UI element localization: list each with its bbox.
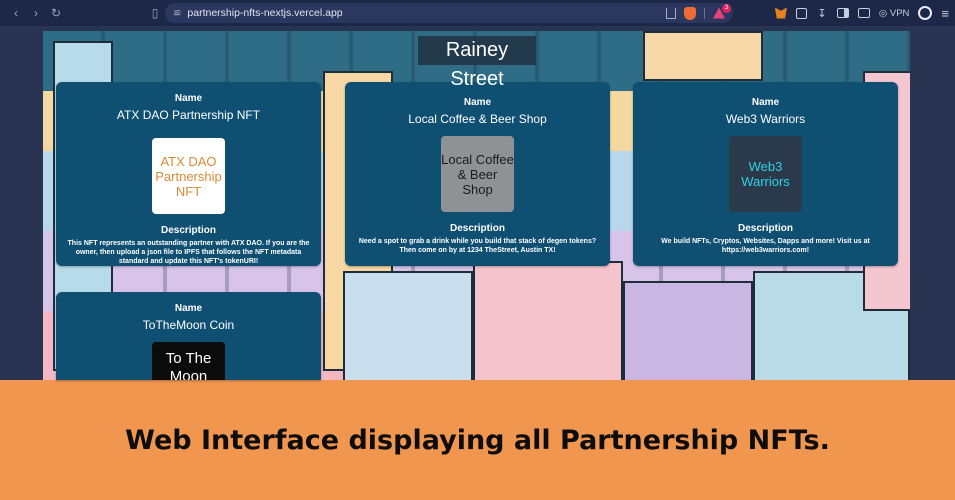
menu-icon[interactable]: ≡: [941, 6, 949, 21]
rewards-count-badge: 3: [722, 4, 731, 13]
bookmark-icon[interactable]: ▯: [145, 3, 165, 23]
nft-name: ToTheMoon Coin: [142, 318, 235, 332]
nft-card: Name ToTheMoon Coin To The Moon: [56, 292, 321, 380]
reload-icon[interactable]: ↻: [46, 3, 66, 23]
nft-image: To The Moon: [152, 342, 225, 380]
house-illustration: [473, 261, 623, 380]
wallet-icon[interactable]: [857, 8, 870, 18]
share-icon[interactable]: [666, 7, 676, 19]
nft-description: This NFT represents an outstanding partn…: [67, 240, 310, 265]
page-title: Rainey Street: [418, 36, 536, 90]
name-label: Name: [174, 303, 203, 314]
description-label: Description: [737, 223, 793, 234]
vpn-label: VPN: [889, 7, 910, 19]
nft-name: Web3 Warriors: [725, 112, 806, 126]
name-label: Name: [174, 93, 203, 104]
back-icon[interactable]: ‹: [6, 3, 26, 23]
divider: [704, 7, 705, 19]
house-illustration: [643, 31, 763, 81]
nft-name: ATX DAO Partnership NFT: [116, 108, 261, 122]
forward-icon[interactable]: ›: [26, 3, 46, 23]
caption-banner: Web Interface displaying all Partnership…: [0, 380, 955, 500]
nft-image: ATX DAO Partnership NFT: [152, 138, 225, 214]
nft-card: Name Web3 Warriors Web3 Warriors Descrip…: [633, 82, 898, 266]
profile-icon[interactable]: [918, 6, 933, 20]
description-label: Description: [449, 223, 505, 234]
address-bar[interactable]: ≌ partnership-nfts-nextjs.vercel.app: [165, 3, 733, 23]
metamask-icon[interactable]: [774, 7, 787, 19]
caption-text: Web Interface displaying all Partnership…: [125, 424, 830, 456]
name-label: Name: [751, 97, 780, 108]
nft-image: Local Coffee & Beer Shop: [441, 136, 514, 212]
nft-description: Need a spot to grab a drink while you bu…: [358, 238, 597, 254]
site-settings-icon[interactable]: ≌: [173, 8, 181, 19]
sidebar-icon[interactable]: [836, 8, 849, 18]
vpn-button[interactable]: ◎ VPN: [879, 8, 909, 19]
nft-image: Web3 Warriors: [729, 136, 802, 212]
browser-toolbar: ‹ › ↻ ▯ ≌ partnership-nfts-nextjs.vercel…: [0, 0, 955, 26]
house-illustration: [343, 271, 473, 380]
vpn-icon: ◎: [878, 7, 890, 19]
downloads-icon[interactable]: ↧: [816, 7, 828, 20]
nft-description: We build NFTs, Cryptos, Websites, Dapps …: [661, 238, 870, 254]
description-label: Description: [160, 225, 216, 236]
nft-name: Local Coffee & Beer Shop: [408, 112, 547, 126]
nft-card: Name ATX DAO Partnership NFT ATX DAO Par…: [56, 82, 321, 266]
nft-card: Name Local Coffee & Beer Shop Local Coff…: [345, 82, 610, 266]
url-text[interactable]: partnership-nfts-nextjs.vercel.app: [187, 7, 342, 19]
brave-shields-icon[interactable]: [684, 6, 696, 20]
extensions-icon[interactable]: [795, 7, 807, 19]
name-label: Name: [463, 97, 492, 108]
house-illustration: [623, 281, 753, 380]
